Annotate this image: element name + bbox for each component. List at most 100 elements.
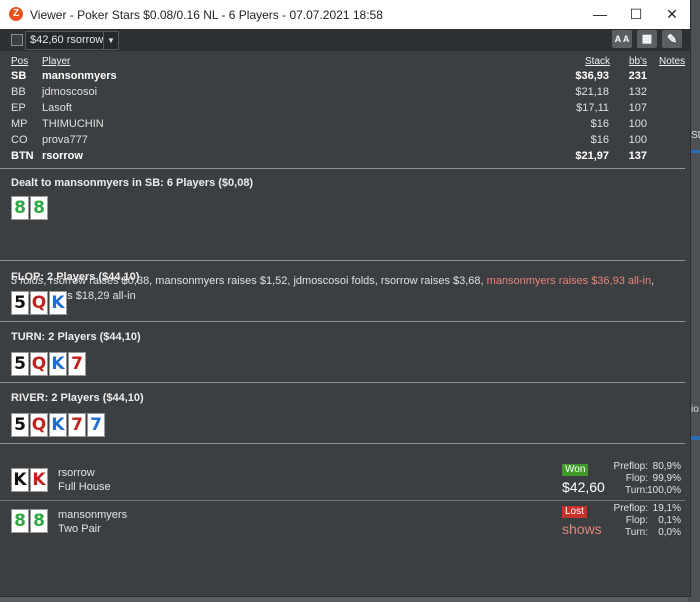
playing-card: K [49, 291, 67, 315]
river-title: RIVER: 2 Players ($44,10) [11, 392, 144, 404]
hand-history-content: Pos Player Stack bb's Notes SB mansonmyer… [0, 51, 690, 596]
playing-card: K [49, 413, 67, 437]
viewer-window: Z Viewer - Poker Stars $0.08/0.16 NL - 6… [0, 0, 690, 596]
hand-select-value: $42,60 rsorrow [30, 34, 104, 46]
cell-stack: $21,18 [575, 86, 609, 98]
action-allin: mansonmyers raises $36,93 all-in [486, 275, 652, 287]
playing-card: 8 [11, 196, 29, 220]
cell-bbs: 107 [628, 102, 647, 114]
equity-value: 19,1% [652, 503, 681, 514]
divider [0, 382, 685, 383]
background-label-sd: SD [691, 130, 700, 141]
cell-pos: EP [11, 102, 26, 114]
playing-card: Q [30, 352, 48, 376]
edit-pencil-icon[interactable]: ✎ [662, 30, 682, 48]
equity-value: 80,9% [652, 461, 681, 472]
loser-name: mansonmyers [58, 509, 128, 521]
winner-cards: KK [11, 468, 48, 492]
equity-label: Flop: [625, 473, 648, 484]
cell-player: THIMUCHIN [42, 118, 104, 130]
divider [0, 443, 685, 444]
playing-card: 8 [30, 196, 48, 220]
chevron-down-icon[interactable]: ▼ [103, 32, 118, 49]
divider [0, 321, 685, 322]
winner-name: rsorrow [58, 467, 95, 479]
won-badge: Won [562, 464, 589, 476]
maximize-button[interactable]: ☐ [618, 3, 654, 25]
cell-bbs: 137 [628, 150, 647, 162]
playing-card: K [49, 352, 67, 376]
equity-label: Preflop: [613, 461, 648, 472]
title-bar[interactable]: Z Viewer - Poker Stars $0.08/0.16 NL - 6… [0, 0, 690, 29]
minimize-button[interactable]: — [582, 3, 618, 25]
playing-card: 7 [87, 413, 105, 437]
equity-label: Flop: [625, 515, 648, 526]
preflop-title: Dealt to mansonmyers in SB: 6 Players ($… [11, 177, 254, 189]
header-player[interactable]: Player [42, 56, 70, 67]
playing-card: 7 [68, 352, 86, 376]
cell-stack: $21,97 [575, 150, 609, 162]
equity-value: 0,1% [658, 515, 681, 526]
background-label-io: io [691, 404, 699, 415]
player-row[interactable]: BTN rsorrow $21,97 137 [0, 150, 690, 166]
playing-card: 5 [11, 413, 29, 437]
divider [0, 500, 685, 501]
lost-badge: Lost [562, 506, 587, 518]
font-size-button[interactable]: A A [612, 30, 632, 48]
playing-card: 5 [11, 352, 29, 376]
loser-shows: shows [562, 521, 602, 537]
flop-cards: 5QK [11, 291, 67, 315]
river-cards: 5QK77 [11, 413, 105, 437]
winner-amount: $42,60 [562, 479, 605, 495]
cell-bbs: 100 [628, 134, 647, 146]
hand-select-dropdown[interactable]: $42,60 rsorrow ▼ [25, 31, 119, 50]
equity-value: 100,0% [647, 485, 681, 496]
playing-card: 8 [30, 509, 48, 533]
select-checkbox[interactable] [11, 34, 23, 46]
cell-pos: SB [11, 70, 27, 82]
flop-title: FLOP: 2 Players ($44,10) [11, 271, 140, 283]
turn-cards: 5QK7 [11, 352, 86, 376]
equity-label: Turn: [625, 527, 648, 538]
window-title: Viewer - Poker Stars $0.08/0.16 NL - 6 P… [30, 8, 383, 22]
cell-player: mansonmyers [42, 70, 117, 82]
cell-player: prova777 [42, 134, 88, 146]
equity-value: 0,0% [658, 527, 681, 538]
header-bbs[interactable]: bb's [629, 56, 647, 67]
close-button[interactable]: ✕ [654, 3, 690, 25]
header-notes[interactable]: Notes [659, 56, 685, 67]
loser-cards: 88 [11, 509, 48, 533]
equity-value: 99,9% [652, 473, 681, 484]
playing-card: Q [30, 413, 48, 437]
winner-hand: Full House [58, 481, 111, 493]
cell-pos: MP [11, 118, 28, 130]
equity-label: Preflop: [613, 503, 648, 514]
header-pos[interactable]: Pos [11, 56, 28, 67]
loser-hand: Two Pair [58, 523, 101, 535]
cell-pos: CO [11, 134, 28, 146]
equity-label: Turn: [625, 485, 648, 496]
divider [0, 260, 685, 261]
cell-stack: $17,11 [576, 102, 609, 114]
cell-player: jdmoscosoi [42, 86, 98, 98]
grid-icon[interactable]: ▦ [637, 30, 657, 48]
toolbar: $42,60 rsorrow ▼ A A ▦ ✎ [0, 29, 690, 51]
player-row[interactable]: EP Lasoft $17,11 107 [0, 102, 690, 118]
cell-pos: BB [11, 86, 26, 98]
header-stack[interactable]: Stack [585, 56, 610, 67]
background-accent-bar [690, 436, 700, 440]
player-row[interactable]: BB jdmoscosoi $21,18 132 [0, 86, 690, 102]
player-row[interactable]: CO prova777 $16 100 [0, 134, 690, 150]
playing-card: 8 [11, 509, 29, 533]
player-row[interactable]: SB mansonmyers $36,93 231 [0, 70, 690, 86]
cell-bbs: 100 [628, 118, 647, 130]
cell-stack: $16 [590, 118, 609, 130]
cell-player: rsorrow [42, 150, 83, 162]
player-row[interactable]: MP THIMUCHIN $16 100 [0, 118, 690, 134]
turn-title: TURN: 2 Players ($44,10) [11, 331, 141, 343]
playing-card: 5 [11, 291, 29, 315]
cell-player: Lasoft [42, 102, 72, 114]
cell-stack: $16 [590, 134, 609, 146]
hole-cards: 88 [11, 196, 48, 220]
app-logo-icon: Z [9, 7, 23, 21]
